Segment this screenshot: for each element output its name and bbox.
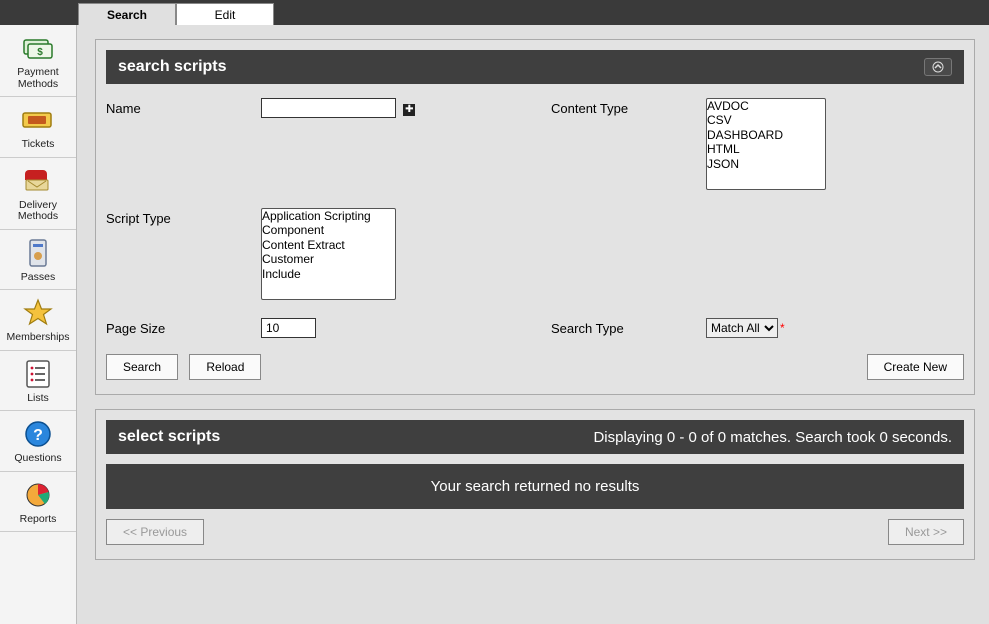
- sidebar-item-label: Delivery Methods: [2, 200, 74, 223]
- search-panel-header: search scripts: [106, 50, 964, 84]
- name-label: Name: [106, 98, 241, 116]
- left-sidebar: $ Payment Methods Tickets: [0, 25, 77, 624]
- tab-edit-label: Edit: [215, 8, 236, 22]
- tab-bar: Search Edit: [0, 0, 989, 25]
- content-type-label: Content Type: [551, 98, 686, 116]
- svg-text:?: ?: [33, 427, 43, 444]
- results-title: select scripts: [118, 428, 220, 446]
- sidebar-item-label: Passes: [21, 272, 55, 284]
- delivery-methods-icon: [21, 166, 55, 196]
- sidebar-item-label: Questions: [14, 453, 61, 465]
- sidebar-item-label: Payment Methods: [2, 67, 74, 90]
- results-header: select scripts Displaying 0 - 0 of 0 mat…: [106, 420, 964, 454]
- sidebar-item-label: Memberships: [6, 332, 69, 344]
- svg-text:$: $: [37, 47, 43, 58]
- sidebar-item-payment-methods[interactable]: $ Payment Methods: [0, 25, 76, 97]
- name-input[interactable]: [261, 98, 396, 118]
- questions-icon: ?: [21, 419, 55, 449]
- sidebar-item-label: Reports: [20, 514, 57, 526]
- payment-methods-icon: $: [21, 33, 55, 63]
- search-type-select[interactable]: Match All: [706, 318, 778, 338]
- create-new-button[interactable]: Create New: [867, 354, 964, 380]
- sidebar-item-memberships[interactable]: Memberships: [0, 290, 76, 351]
- tickets-icon: [21, 105, 55, 135]
- script-type-select[interactable]: Application ScriptingComponentContent Ex…: [261, 208, 396, 300]
- reload-button[interactable]: Reload: [189, 354, 261, 380]
- required-marker: *: [780, 321, 785, 335]
- sidebar-item-reports[interactable]: Reports: [0, 472, 76, 533]
- search-button[interactable]: Search: [106, 354, 178, 380]
- collapse-button[interactable]: [924, 58, 952, 76]
- chevron-up-icon: [932, 61, 944, 73]
- search-panel: search scripts Name ✚ Content Type A: [95, 39, 975, 395]
- sidebar-item-label: Tickets: [22, 139, 55, 151]
- script-type-label: Script Type: [106, 208, 241, 226]
- sidebar-item-tickets[interactable]: Tickets: [0, 97, 76, 158]
- tab-search-label: Search: [107, 8, 147, 22]
- search-type-label: Search Type: [551, 318, 686, 336]
- next-button[interactable]: Next >>: [888, 519, 964, 545]
- previous-button[interactable]: << Previous: [106, 519, 204, 545]
- passes-icon: [21, 238, 55, 268]
- results-panel: select scripts Displaying 0 - 0 of 0 mat…: [95, 409, 975, 560]
- tab-search[interactable]: Search: [78, 3, 176, 25]
- pager: << Previous Next >>: [106, 519, 964, 545]
- reports-icon: [21, 480, 55, 510]
- sidebar-item-passes[interactable]: Passes: [0, 230, 76, 291]
- sidebar-item-questions[interactable]: ? Questions: [0, 411, 76, 472]
- no-results-message: Your search returned no results: [106, 464, 964, 509]
- lists-icon: [21, 359, 55, 389]
- sidebar-item-delivery-methods[interactable]: Delivery Methods: [0, 158, 76, 230]
- memberships-icon: [21, 298, 55, 328]
- page-size-input[interactable]: [261, 318, 316, 338]
- page-size-label: Page Size: [106, 318, 241, 336]
- tab-edit[interactable]: Edit: [176, 3, 274, 25]
- sidebar-item-label: Lists: [27, 393, 49, 405]
- search-panel-title: search scripts: [118, 58, 227, 76]
- main-content: search scripts Name ✚ Content Type A: [77, 25, 989, 624]
- content-type-select[interactable]: AVDOCCSVDASHBOARDHTMLJSON: [706, 98, 826, 190]
- sidebar-item-lists[interactable]: Lists: [0, 351, 76, 412]
- results-summary: Displaying 0 - 0 of 0 matches. Search to…: [593, 429, 952, 446]
- add-name-button[interactable]: ✚: [403, 104, 415, 116]
